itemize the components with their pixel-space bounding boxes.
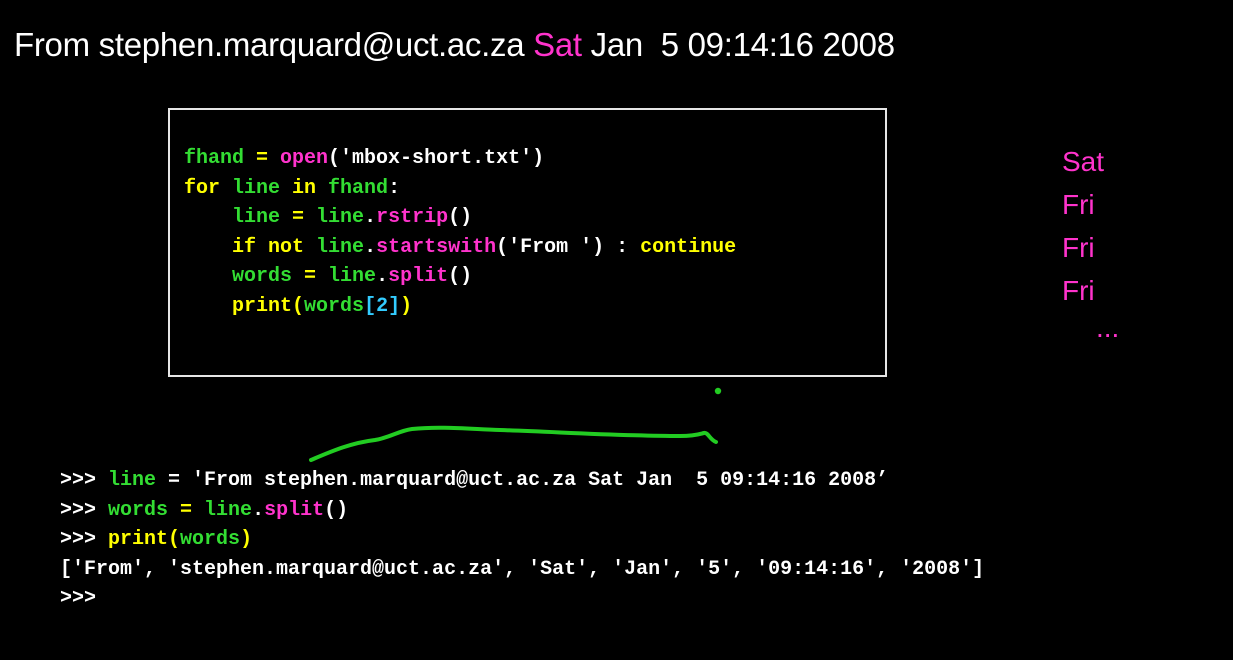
code-line-1: fhand = open('mbox-short.txt') [184, 147, 545, 170]
code-block: fhand = open('mbox-short.txt') for line … [184, 144, 736, 322]
annotation-dot [714, 387, 722, 395]
console-line-3: >>> print(words) [60, 528, 253, 552]
console-line-2: >>> words = line.split() [60, 498, 349, 522]
code-line-4: if not line.startswith('From ') : contin… [232, 235, 737, 259]
heading-suffix: Jan 5 09:14:16 2008 [581, 26, 895, 63]
day-list-ellipsis: ... [1096, 312, 1120, 343]
heading-highlight: Sat [533, 26, 582, 63]
code-line-3: line = line.rstrip() [232, 206, 473, 230]
code-box: fhand = open('mbox-short.txt') for line … [168, 108, 887, 377]
day-list-item: Fri [1062, 232, 1095, 263]
day-list-item: Fri [1062, 189, 1095, 220]
heading-prefix: From stephen.marquard@uct.ac.za [14, 26, 534, 63]
console-line-1: >>> line = 'From stephen.marquard@uct.ac… [60, 469, 889, 492]
code-line-2: for line in fhand: [184, 176, 401, 200]
console-prompt: >>> [60, 587, 97, 611]
day-list: Sat Fri Fri Fri ... [1062, 140, 1119, 344]
code-line-5: words = line.split() [232, 265, 473, 289]
day-list-item: Fri [1062, 275, 1095, 306]
annotation-underline [309, 425, 718, 462]
code-line-6: print(words[2]) [232, 294, 413, 318]
interactive-console: >>> line = 'From stephen.marquard@uct.ac… [60, 466, 984, 614]
day-list-item: Sat [1062, 146, 1105, 177]
slide-heading: From stephen.marquard@uct.ac.za Sat Jan … [14, 26, 895, 64]
console-output-line: ['From', 'stephen.marquard@uct.ac.za', '… [60, 557, 985, 581]
